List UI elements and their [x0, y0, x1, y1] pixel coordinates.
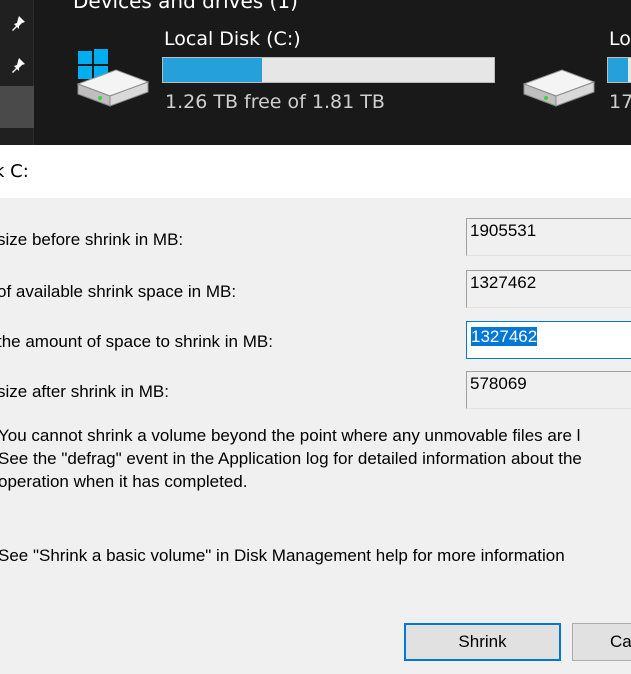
drive-free-space: 1.26 TB free of 1.81 TB	[165, 91, 385, 113]
available-shrink-value: 1327462	[466, 270, 631, 308]
size-after-shrink-label: size after shrink in MB:	[0, 382, 169, 401]
shrink-button[interactable]: Shrink	[404, 623, 561, 661]
hard-drive-icon	[522, 69, 596, 107]
unmovable-files-note: You cannot shrink a volume beyond the po…	[0, 424, 582, 493]
note-line: operation when it has completed.	[0, 472, 248, 491]
hard-drive-windows-icon	[76, 49, 150, 107]
note-line: You cannot shrink a volume beyond the po…	[0, 426, 581, 445]
navigation-pane	[0, 0, 34, 145]
help-text: See "Shrink a basic volume" in Disk Mana…	[0, 546, 565, 565]
pin-icon[interactable]	[9, 14, 27, 32]
nav-selected-item[interactable]	[0, 86, 34, 128]
cancel-button[interactable]: Ca	[572, 623, 631, 661]
drive-usage-fill	[163, 58, 263, 82]
note-line: See the "defrag" event in the Applicatio…	[0, 449, 582, 468]
devices-and-drives-heading: Devices and drives (1)	[73, 0, 298, 13]
drive-usage-fill	[608, 58, 628, 82]
total-size-value: 1905531	[466, 218, 631, 256]
size-after-shrink-value: 578069	[466, 371, 631, 409]
dialog-title: k C:	[0, 161, 29, 182]
drive-name: Local Disk (C:)	[164, 28, 301, 50]
drive-usage-bar	[607, 57, 631, 83]
available-shrink-label: of available shrink space in MB:	[0, 282, 237, 301]
file-explorer-drives-area: Devices and drives (1) Local Disk (C:) 1…	[0, 0, 631, 145]
drive-name: Lo	[609, 28, 631, 50]
total-size-label: size before shrink in MB:	[0, 230, 184, 249]
shrink-amount-input[interactable]: 1327462	[466, 321, 631, 359]
drive-free-space: 17	[609, 91, 631, 113]
drive-usage-bar	[162, 57, 495, 83]
dialog-title-bar[interactable]: k C:	[0, 145, 631, 198]
pin-icon[interactable]	[9, 56, 27, 74]
shrink-amount-label: the amount of space to shrink in MB:	[0, 332, 273, 351]
selected-text: 1327462	[471, 327, 538, 346]
